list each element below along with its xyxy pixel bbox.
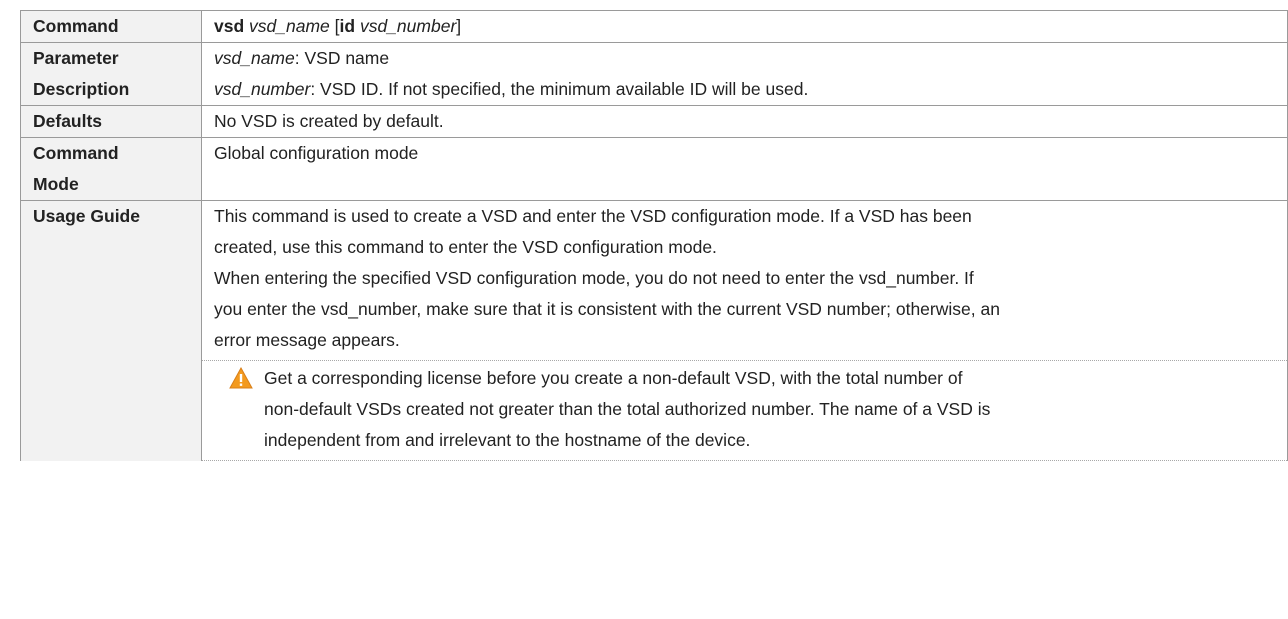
command-id-keyword: id <box>339 16 356 36</box>
parameter-label-line2: Description <box>33 79 130 99</box>
param-desc: : VSD ID. If not specified, the minimum … <box>310 79 809 99</box>
parameter-description: vsd_name: VSD name vsd_number: VSD ID. I… <box>201 42 1288 106</box>
defaults-label: Defaults <box>20 105 202 138</box>
defaults-text: No VSD is created by default. <box>201 105 1288 138</box>
usage-label-text: Usage Guide <box>33 206 140 226</box>
mode-text: Global configuration mode <box>214 143 419 163</box>
parameter-row: Parameter Description vsd_name: VSD name… <box>20 42 1288 106</box>
usage-guide-text: This command is used to create a VSD and… <box>201 200 1288 461</box>
param-name: vsd_name <box>214 48 295 68</box>
command-arg-number: vsd_number <box>359 16 457 36</box>
command-arg-name: vsd_name <box>249 16 330 36</box>
command-syntax: vsd vsd_name [id vsd_number] <box>201 10 1288 43</box>
usage-guide-row: Usage Guide This command is used to crea… <box>20 200 1288 461</box>
usage-line: you enter the vsd_number, make sure that… <box>214 299 1000 319</box>
command-keyword: vsd <box>214 16 245 36</box>
defaults-row: Defaults No VSD is created by default. <box>20 105 1288 138</box>
usage-line: created, use this command to enter the V… <box>214 237 717 257</box>
warning-triangle-icon <box>229 367 253 389</box>
warning-line: independent from and irrelevant to the h… <box>264 430 751 450</box>
usage-line: When entering the specified VSD configur… <box>214 268 974 288</box>
mode-label-line1: Command <box>33 143 119 163</box>
warning-note: Get a corresponding license before you c… <box>214 361 1287 460</box>
warning-line: Get a corresponding license before you c… <box>264 368 963 388</box>
command-mode-label: Command Mode <box>20 137 202 201</box>
bracket-close: ] <box>456 16 462 36</box>
usage-guide-label: Usage Guide <box>20 200 202 461</box>
command-reference-table: Command vsd vsd_name [id vsd_number] Par… <box>20 10 1288 461</box>
param-vsd-name: vsd_name: VSD name <box>214 43 1287 74</box>
usage-line: This command is used to create a VSD and… <box>214 206 972 226</box>
param-vsd-number: vsd_number: VSD ID. If not specified, th… <box>214 74 1287 105</box>
command-mode-row: Command Mode Global configuration mode <box>20 137 1288 201</box>
warning-line: non-default VSDs created not greater tha… <box>264 399 991 419</box>
param-name: vsd_number <box>214 79 311 99</box>
command-row: Command vsd vsd_name [id vsd_number] <box>20 10 1288 43</box>
mode-label-line2: Mode <box>33 174 79 194</box>
parameter-label: Parameter Description <box>20 42 202 106</box>
command-mode-text: Global configuration mode <box>201 137 1288 201</box>
usage-line: error message appears. <box>214 330 400 350</box>
command-label: Command <box>20 10 202 43</box>
parameter-label-line1: Parameter <box>33 48 119 68</box>
note-divider-bottom <box>202 460 1287 461</box>
param-desc: : VSD name <box>294 48 390 68</box>
